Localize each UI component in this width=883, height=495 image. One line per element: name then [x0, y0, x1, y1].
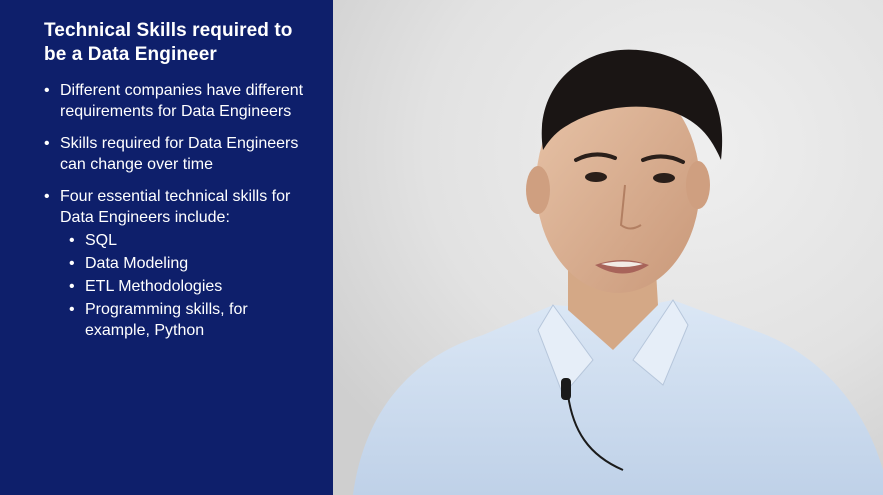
sub-bullet-text: Data Modeling: [85, 255, 189, 272]
bullet-item: Four essential technical skills for Data…: [44, 186, 319, 341]
sub-bullet-text: Programming skills, for example, Python: [85, 301, 248, 339]
eye-right: [653, 173, 675, 183]
slide-panel: Technical Skills required to be a Data E…: [0, 0, 333, 495]
sub-bullet-item: ETL Methodologies: [60, 276, 319, 297]
ear-right: [686, 161, 710, 209]
sub-bullet-item: Programming skills, for example, Python: [60, 299, 319, 341]
sub-bullet-item: SQL: [60, 230, 319, 251]
bullet-text: Four essential technical skills for Data…: [60, 188, 291, 226]
bullet-list: Different companies have different requi…: [44, 80, 319, 341]
sub-bullet-list: SQL Data Modeling ETL Methodologies Prog…: [60, 230, 319, 341]
bullet-text: Skills required for Data Engineers can c…: [60, 135, 299, 173]
sub-bullet-text: SQL: [85, 232, 118, 249]
bullet-item: Skills required for Data Engineers can c…: [44, 133, 319, 175]
bullet-item: Different companies have different requi…: [44, 80, 319, 122]
bullet-text: Different companies have different requi…: [60, 82, 304, 120]
eye-left: [585, 172, 607, 182]
sub-bullet-text: ETL Methodologies: [85, 278, 223, 295]
video-frame: Technical Skills required to be a Data E…: [0, 0, 883, 495]
presenter-illustration: [333, 0, 883, 495]
slide-title: Technical Skills required to be a Data E…: [44, 20, 293, 65]
presenter-video: [333, 0, 883, 495]
lav-mic: [561, 378, 571, 400]
sub-bullet-item: Data Modeling: [60, 253, 319, 274]
ear-left: [526, 166, 550, 214]
